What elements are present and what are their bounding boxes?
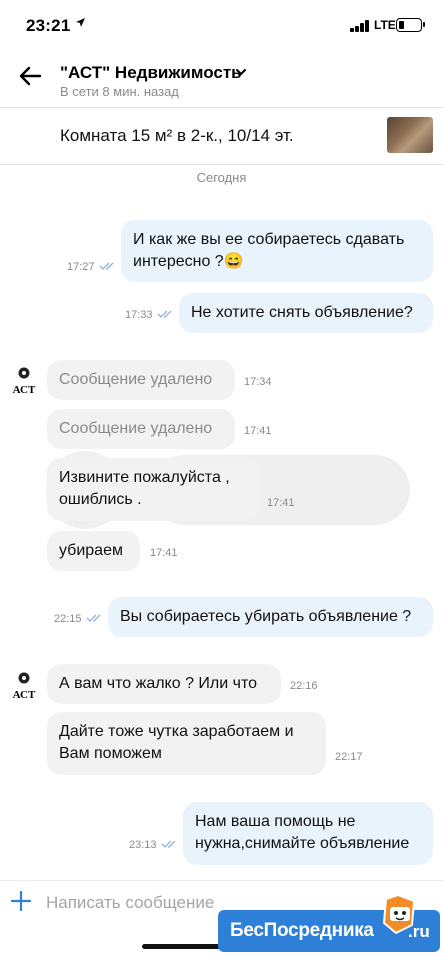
- double-check-icon: [161, 840, 176, 848]
- message-bubble-outgoing[interactable]: Нам ваша помощь не нужна,снимайте объявл…: [183, 802, 433, 865]
- message-bubble-incoming[interactable]: Сообщение удалено: [47, 360, 235, 400]
- plus-icon[interactable]: [10, 890, 32, 912]
- chat-header: "АСТ" Недвижимость В сети 8 мин. назад: [0, 52, 443, 107]
- listing-preview[interactable]: Комната 15 м² в 2-к., 10/14 эт.: [0, 108, 443, 164]
- message-text: интересно ?😄: [133, 253, 244, 270]
- message-time: 17:41: [150, 547, 178, 559]
- ast-logo-icon: [18, 367, 30, 379]
- message-text: Извините пожалуйста ,: [59, 469, 230, 486]
- network-type: LTE: [374, 18, 396, 32]
- message-bubble-outgoing[interactable]: Не хотите снять объявление?: [179, 293, 433, 333]
- message-time: 22:17: [335, 751, 363, 763]
- message-time: 23:13: [129, 839, 157, 851]
- message-time: 17:41: [244, 425, 272, 437]
- sender-avatar[interactable]: АСТ: [10, 671, 38, 701]
- sender-avatar[interactable]: АСТ: [10, 366, 38, 396]
- chevron-down-icon[interactable]: [234, 65, 248, 79]
- message-text: Сообщение удалено: [59, 371, 213, 388]
- listing-title[interactable]: Комната 15 м² в 2-к., 10/14 эт.: [60, 126, 294, 146]
- message-time: 17:33: [125, 309, 153, 321]
- message-bubble-outgoing[interactable]: Вы собираетесь убирать объявление ?: [108, 597, 433, 637]
- message-bubble-incoming[interactable]: Сообщение удалено: [47, 409, 235, 449]
- battery-level: [399, 21, 404, 29]
- avatar-label: АСТ: [12, 384, 36, 396]
- battery-icon: [396, 18, 425, 32]
- status-bar: 23:21 LTE: [0, 0, 443, 52]
- date-separator: Сегодня: [196, 170, 247, 185]
- message-text: Дайте тоже чутка заработаем и: [59, 723, 294, 740]
- message-time: 22:15: [54, 613, 82, 625]
- message-bubble-incoming[interactable]: А вам что жалко ? Или что: [47, 664, 281, 704]
- online-status: В сети 8 мин. назад: [60, 84, 179, 99]
- message-text: Не хотите снять объявление?: [191, 304, 413, 321]
- back-arrow-icon[interactable]: [16, 62, 44, 90]
- chat-title[interactable]: "АСТ" Недвижимость: [60, 63, 242, 83]
- double-check-icon: [86, 614, 101, 622]
- message-time: 22:16: [290, 680, 318, 692]
- listing-thumbnail[interactable]: [387, 117, 433, 153]
- message-time: 17:27: [67, 261, 95, 273]
- message-text: Вы собираетесь убирать объявление ?: [120, 608, 412, 625]
- message-text: нужна,снимайте объявление: [195, 835, 410, 852]
- message-text: Вам поможем: [59, 745, 162, 762]
- badge-text: БесПосредника: [230, 920, 374, 941]
- double-check-icon: [99, 262, 114, 270]
- message-text: ошиблись .: [59, 491, 142, 508]
- message-bubble-incoming[interactable]: Дайте тоже чутка заработаем и Вам поможе…: [47, 712, 326, 775]
- message-text: И как же вы ее собираетесь сдавать: [133, 231, 405, 248]
- double-check-icon: [157, 310, 172, 318]
- mascot-icon: [382, 893, 416, 935]
- cellular-signal-icon: [350, 20, 370, 32]
- location-arrow-icon: [76, 18, 85, 27]
- message-text: Нам ваша помощь не: [195, 813, 356, 830]
- message-bubble-incoming[interactable]: убираем: [47, 531, 140, 571]
- message-bubble-incoming[interactable]: Извините пожалуйста , ошиблись .: [47, 458, 259, 521]
- message-text: Сообщение удалено: [59, 420, 213, 437]
- divider: [0, 164, 443, 165]
- message-time: 17:34: [244, 376, 272, 388]
- status-time: 23:21: [26, 16, 71, 35]
- ast-logo-icon: [18, 672, 30, 684]
- avatar-label: АСТ: [12, 689, 36, 701]
- message-time: 17:41: [267, 497, 295, 509]
- message-bubble-outgoing[interactable]: И как же вы ее собираетесь сдавать интер…: [121, 220, 433, 282]
- message-text: убираем: [59, 542, 123, 559]
- message-text: А вам что жалко ? Или что: [59, 675, 258, 692]
